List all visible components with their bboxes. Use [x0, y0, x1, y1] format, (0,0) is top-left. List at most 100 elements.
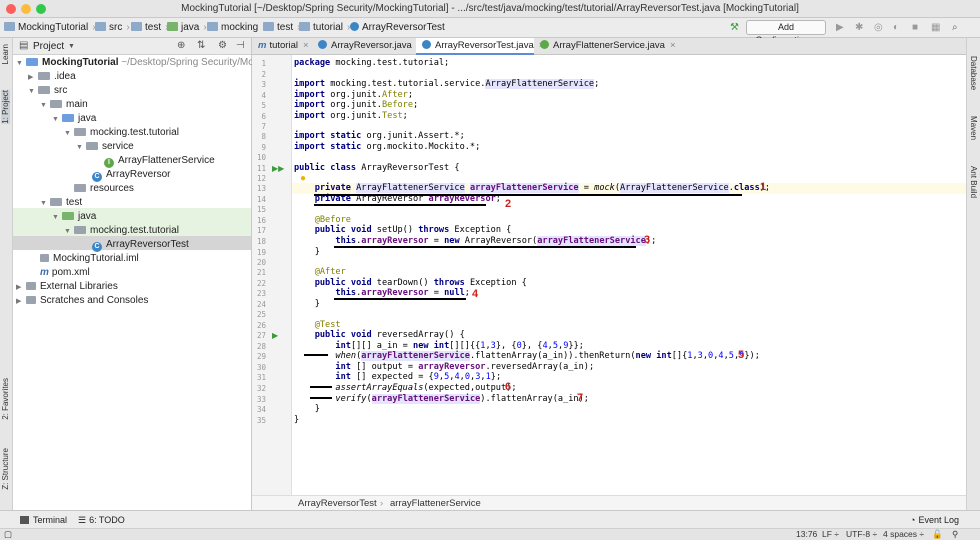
close-icon[interactable]: × — [670, 40, 676, 51]
chevron-down-icon[interactable]: ▼ — [40, 99, 50, 113]
search-icon[interactable]: ⌕ — [952, 22, 958, 33]
chevron-down-icon[interactable]: ▼ — [52, 113, 62, 127]
tree-item-test-java[interactable]: ▼ java — [52, 210, 96, 224]
learn-tab[interactable]: Learn — [1, 44, 10, 64]
project-view-selector[interactable]: Project — [33, 41, 64, 52]
line-number[interactable]: 9 — [252, 143, 266, 152]
coverage-icon[interactable]: ◎ — [874, 22, 883, 33]
tree-item-iml[interactable]: MockingTutorial.iml — [40, 252, 139, 266]
tree-item-main-package[interactable]: ▼ mocking.test.tutorial — [64, 126, 179, 140]
tree-item-external-libraries[interactable]: ▶ External Libraries — [16, 280, 118, 294]
line-number[interactable]: 1 — [252, 59, 266, 68]
line-number[interactable]: 20 — [252, 258, 266, 267]
line-number[interactable]: 5 — [252, 101, 266, 110]
profile-icon[interactable]: ◐ — [893, 22, 899, 33]
tab-array-reversor[interactable]: ArrayReversor.java× — [312, 38, 422, 55]
hammer-icon[interactable]: ⚒ — [730, 22, 739, 33]
chevron-down-icon[interactable]: ▼ — [64, 127, 74, 141]
indent-setting[interactable]: 4 spaces ÷ — [883, 529, 924, 539]
run-icon[interactable]: ▶ — [836, 22, 844, 33]
add-configuration-button[interactable]: Add Configuration... — [746, 20, 826, 45]
chevron-down-icon[interactable]: ▼ — [52, 211, 62, 225]
nav-crumb-test[interactable]: test› — [131, 22, 168, 33]
line-number[interactable]: 16 — [252, 216, 266, 225]
nav-crumb-project[interactable]: MockingTutorial › — [4, 22, 96, 33]
line-number[interactable]: 29 — [252, 352, 266, 361]
chevron-right-icon[interactable]: ▶ — [16, 281, 26, 295]
line-number[interactable]: 28 — [252, 342, 266, 351]
chevron-down-icon[interactable]: ▼ — [28, 85, 38, 99]
line-number[interactable]: 19 — [252, 248, 266, 257]
line-number[interactable]: 22 — [252, 279, 266, 288]
collapse-all-icon[interactable]: ⇅ — [197, 40, 205, 51]
nav-crumb-java[interactable]: java › — [167, 22, 207, 33]
code-editor[interactable]: ● package mocking.test.tutorial; import … — [292, 55, 966, 495]
breadcrumb-class[interactable]: ArrayReversorTest — [298, 498, 377, 509]
locate-icon[interactable]: ⊕ — [177, 40, 185, 51]
close-icon[interactable]: × — [303, 40, 309, 51]
structure-icon[interactable]: ▦ — [931, 22, 940, 33]
line-number[interactable]: 21 — [252, 268, 266, 277]
nav-crumb-test-pkg[interactable]: test› — [263, 22, 300, 33]
line-separator[interactable]: LF ÷ — [822, 529, 839, 539]
line-number[interactable]: 23 — [252, 289, 266, 298]
tree-item-resources[interactable]: resources — [64, 182, 134, 196]
line-number[interactable]: 34 — [252, 405, 266, 414]
nav-crumb-tutorial[interactable]: tutorial › — [299, 22, 350, 33]
line-number[interactable]: 30 — [252, 363, 266, 372]
line-number[interactable]: 17 — [252, 226, 266, 235]
run-test-method-icon[interactable]: ▶ — [272, 331, 278, 340]
debug-icon[interactable]: ✱ — [855, 22, 863, 33]
line-number[interactable]: 31 — [252, 373, 266, 382]
structure-tab[interactable]: Z: Structure — [1, 448, 10, 490]
terminal-tab[interactable]: Terminal — [20, 515, 67, 525]
chevron-down-icon[interactable]: ▼ — [16, 57, 26, 71]
tree-item-service[interactable]: ▼ service — [76, 140, 134, 154]
tree-item-test[interactable]: ▼ test — [40, 196, 82, 210]
line-number[interactable]: 26 — [252, 321, 266, 330]
stop-icon[interactable]: ■ — [912, 22, 918, 33]
nav-crumb-mocking[interactable]: mocking› — [207, 22, 266, 33]
event-log-tab[interactable]: ◔ Event Log — [910, 515, 959, 525]
tree-item-pom[interactable]: m pom.xml — [40, 266, 90, 280]
line-number[interactable]: 24 — [252, 300, 266, 309]
tab-array-reversor-test[interactable]: ArrayReversorTest.java× — [416, 38, 544, 55]
line-number[interactable]: 3 — [252, 80, 266, 89]
database-tab[interactable]: Database — [969, 56, 978, 90]
nav-crumb-src[interactable]: src › — [95, 22, 130, 33]
line-number[interactable]: 33 — [252, 395, 266, 404]
line-number[interactable]: 35 — [252, 416, 266, 425]
line-number[interactable]: 15 — [252, 205, 266, 214]
line-number[interactable]: 32 — [252, 384, 266, 393]
caret-position[interactable]: 13:76 — [796, 529, 817, 539]
git-icon[interactable]: ⚲ — [952, 529, 958, 540]
line-number[interactable]: 13 — [252, 184, 266, 193]
line-number[interactable]: 25 — [252, 310, 266, 319]
favorites-tab[interactable]: 2: Favorites — [1, 378, 10, 420]
line-number[interactable]: 12 — [252, 174, 266, 183]
tree-item-scratches[interactable]: ▶ Scratches and Consoles — [16, 294, 148, 308]
lock-icon[interactable]: 🔓 — [932, 529, 943, 540]
line-number[interactable]: 2 — [252, 70, 266, 79]
line-number[interactable]: 27 — [252, 331, 266, 340]
chevron-right-icon[interactable]: ▶ — [28, 71, 38, 85]
chevron-down-icon[interactable]: ▼ — [64, 225, 74, 239]
line-number[interactable]: 4 — [252, 91, 266, 100]
project-tab[interactable]: 1: Project — [1, 90, 10, 124]
chevron-down-icon[interactable]: ▼ — [76, 141, 86, 155]
line-number[interactable]: 8 — [252, 132, 266, 141]
tree-item-src[interactable]: ▼ src — [28, 84, 67, 98]
run-test-class-icon[interactable]: ▶▶ — [272, 164, 284, 173]
tree-item-array-reversor-test[interactable]: C ArrayReversorTest — [92, 238, 189, 252]
tree-item-project[interactable]: ▼ MockingTutorial ~/Desktop/Spring Securi… — [16, 56, 254, 70]
tree-item-main-java[interactable]: ▼ java — [52, 112, 96, 126]
maven-tab[interactable]: Maven — [969, 116, 978, 140]
breadcrumb-field[interactable]: arrayFlattenerService — [390, 498, 481, 509]
tab-tutorial[interactable]: m tutorial × — [252, 38, 312, 55]
line-number[interactable]: 11 — [252, 164, 266, 173]
chevron-right-icon[interactable]: ▶ — [16, 295, 26, 309]
tab-array-flattener-service[interactable]: ArrayFlattenerService.java × — [534, 38, 676, 55]
file-encoding[interactable]: UTF-8 ÷ — [846, 529, 877, 539]
chevron-down-icon[interactable]: ▼ — [40, 197, 50, 211]
chevron-down-icon[interactable]: ▼ — [68, 43, 75, 50]
